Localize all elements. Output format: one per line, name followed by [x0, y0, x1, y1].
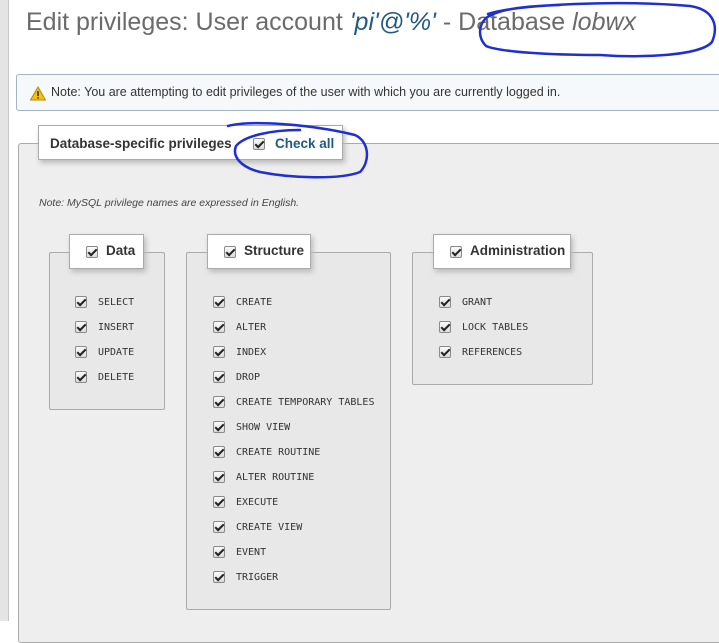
- group-data-legend: Data: [69, 234, 144, 269]
- priv-grant-checkbox[interactable]: [439, 296, 451, 308]
- priv-alter-label: ALTER: [236, 322, 267, 333]
- priv-create-temporary-tables-label: CREATE TEMPORARY TABLES: [236, 397, 375, 408]
- notice-text: Note: You are attempting to edit privile…: [51, 85, 561, 99]
- group-administration-box: [412, 252, 593, 385]
- priv-drop-label: DROP: [236, 372, 261, 383]
- group-administration-checkbox[interactable]: [450, 246, 462, 258]
- priv-lock-tables-label: LOCK TABLES: [462, 322, 529, 333]
- priv-create-temporary-tables-checkbox[interactable]: [213, 396, 225, 408]
- priv-delete-label: DELETE: [98, 372, 135, 383]
- mysql-note: Note: MySQL privilege names are expresse…: [39, 197, 300, 209]
- title-account: 'pi'@'%': [349, 8, 436, 36]
- priv-update-checkbox[interactable]: [75, 346, 87, 358]
- priv-index-label: INDEX: [236, 347, 267, 358]
- group-data-label: Data: [106, 243, 136, 258]
- group-structure-label: Structure: [244, 243, 305, 258]
- check-all-checkbox[interactable]: [253, 138, 265, 150]
- priv-create-routine-label: CREATE ROUTINE: [236, 447, 321, 458]
- priv-alter-routine-checkbox[interactable]: [213, 471, 225, 483]
- priv-alter-routine-label: ALTER ROUTINE: [236, 472, 315, 483]
- priv-references-checkbox[interactable]: [439, 346, 451, 358]
- title-db-name: lobwx: [572, 8, 637, 36]
- title-separator: -: [435, 8, 459, 36]
- priv-create-checkbox[interactable]: [213, 296, 225, 308]
- priv-insert-label: INSERT: [98, 322, 135, 333]
- left-panel-edge: [0, 0, 9, 621]
- check-all-link[interactable]: Check all: [275, 136, 334, 151]
- priv-alter-checkbox[interactable]: [213, 321, 225, 333]
- priv-create-label: CREATE: [236, 297, 273, 308]
- priv-references-label: REFERENCES: [462, 347, 523, 358]
- priv-lock-tables-checkbox[interactable]: [439, 321, 451, 333]
- privileges-legend-label: Database-specific privileges: [50, 136, 232, 151]
- priv-create-view-label: CREATE VIEW: [236, 522, 303, 533]
- priv-event-checkbox[interactable]: [213, 546, 225, 558]
- warning-icon: [30, 86, 46, 101]
- group-structure-legend: Structure: [207, 234, 311, 269]
- group-administration-label: Administration: [470, 243, 566, 258]
- group-structure-checkbox[interactable]: [224, 246, 236, 258]
- priv-grant-label: GRANT: [462, 297, 493, 308]
- notice-box: Note: You are attempting to edit privile…: [16, 74, 719, 111]
- priv-delete-checkbox[interactable]: [75, 371, 87, 383]
- priv-trigger-label: TRIGGER: [236, 572, 279, 583]
- group-data-checkbox[interactable]: [86, 246, 98, 258]
- priv-show-view-label: SHOW VIEW: [236, 422, 291, 433]
- priv-create-view-checkbox[interactable]: [213, 521, 225, 533]
- priv-insert-checkbox[interactable]: [75, 321, 87, 333]
- priv-create-routine-checkbox[interactable]: [213, 446, 225, 458]
- priv-update-label: UPDATE: [98, 347, 135, 358]
- group-administration-legend: Administration: [433, 234, 571, 269]
- title-prefix: Edit privileges: User account: [26, 8, 350, 36]
- priv-show-view-checkbox[interactable]: [213, 421, 225, 433]
- priv-select-label: SELECT: [98, 297, 135, 308]
- page-title: Edit privileges: User account 'pi'@'%' -…: [26, 8, 636, 37]
- priv-event-label: EVENT: [236, 547, 267, 558]
- priv-drop-checkbox[interactable]: [213, 371, 225, 383]
- priv-select-checkbox[interactable]: [75, 296, 87, 308]
- priv-trigger-checkbox[interactable]: [213, 571, 225, 583]
- priv-index-checkbox[interactable]: [213, 346, 225, 358]
- priv-execute-checkbox[interactable]: [213, 496, 225, 508]
- privileges-legend: Database-specific privileges Check all: [38, 125, 343, 160]
- priv-execute-label: EXECUTE: [236, 497, 279, 508]
- title-db-label: Database: [458, 8, 573, 36]
